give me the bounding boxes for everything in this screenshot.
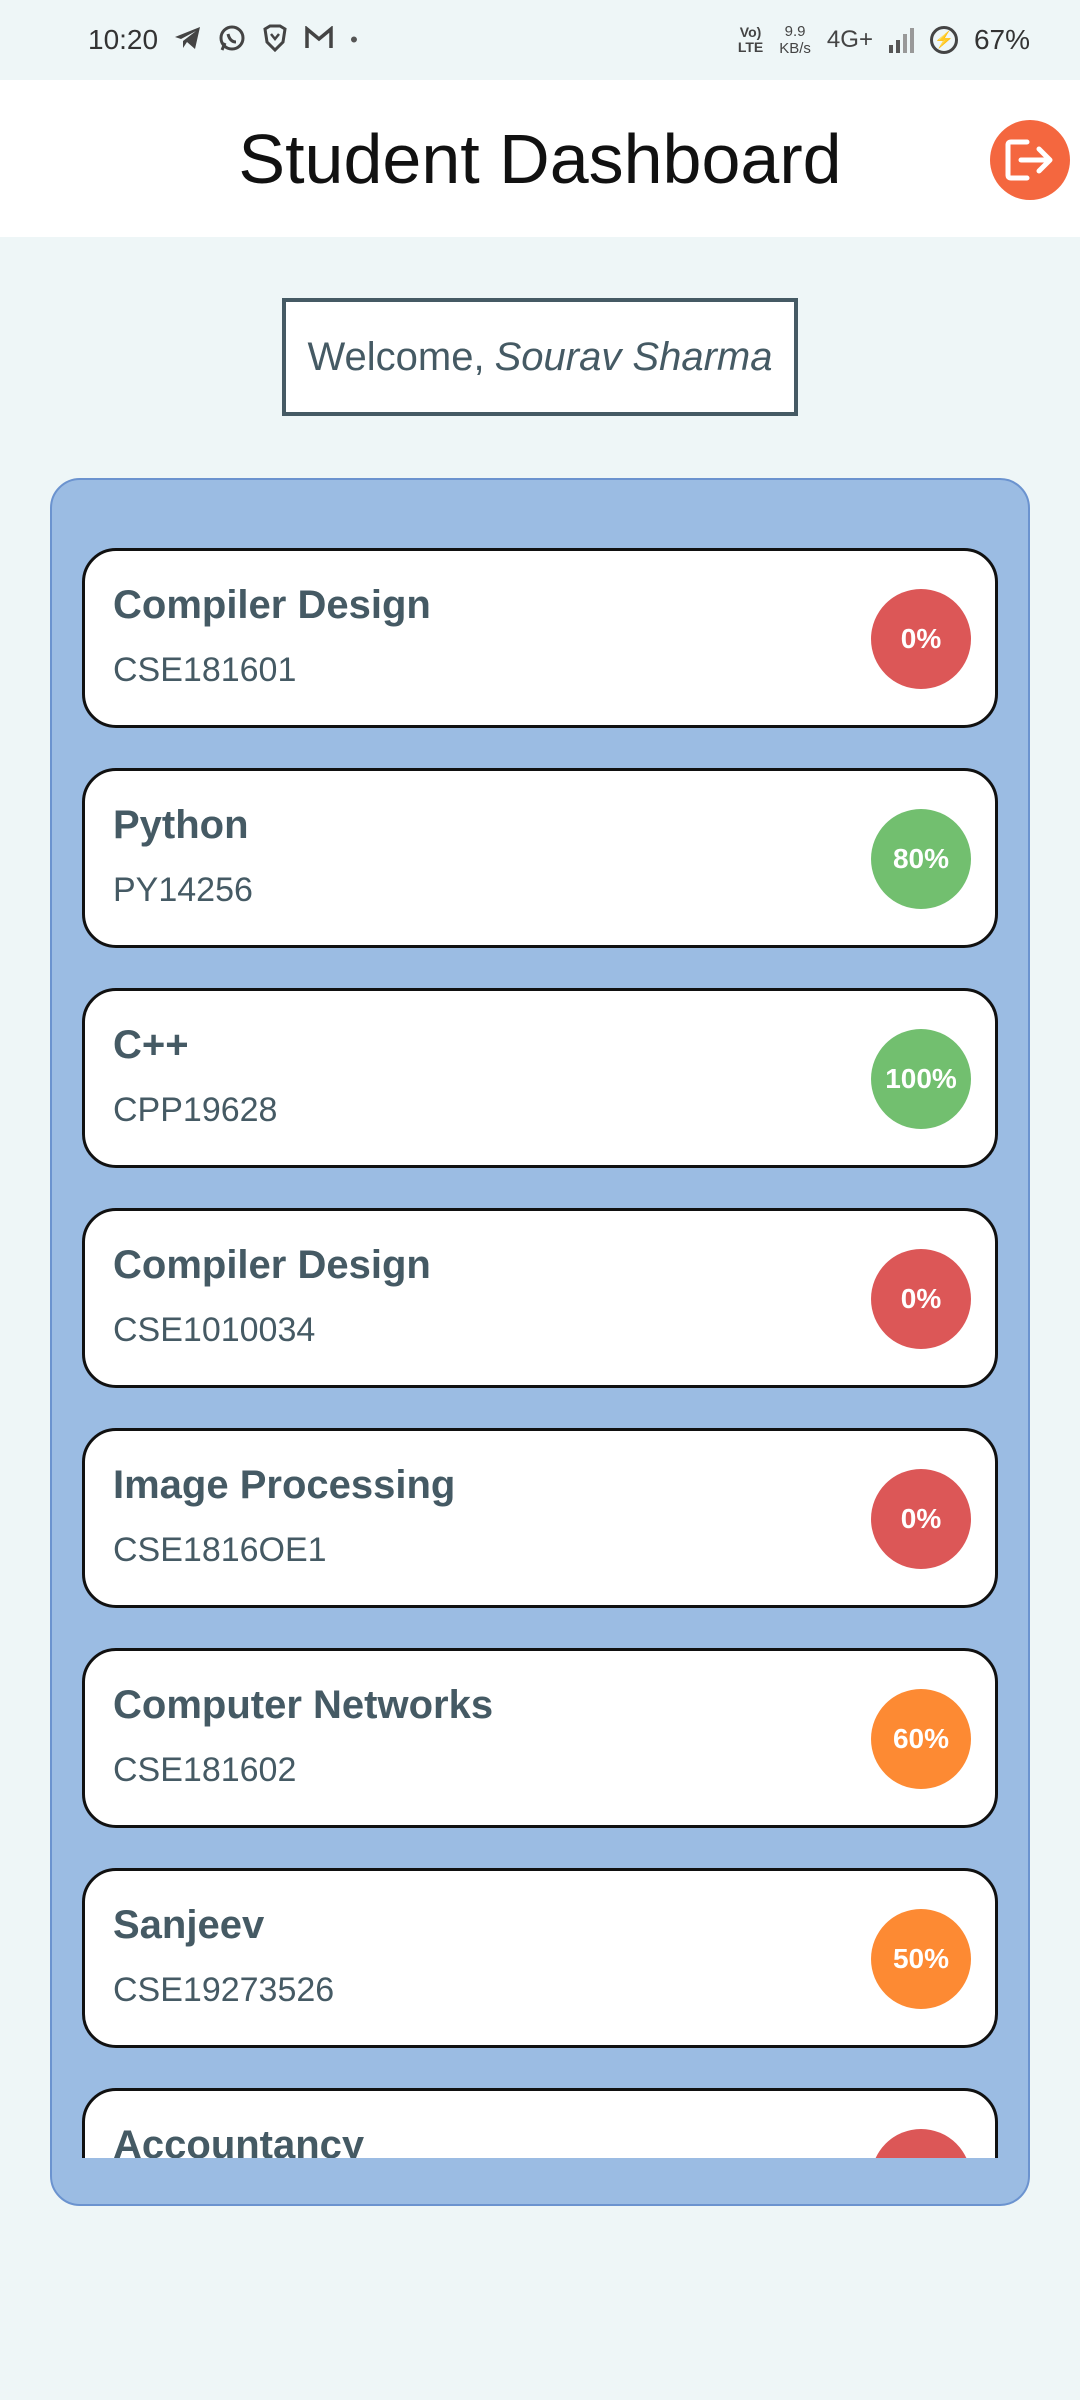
battery-charging-icon: ⚡	[929, 26, 958, 54]
progress-badge: 100%	[871, 1029, 971, 1129]
progress-badge: 0%	[871, 1249, 971, 1349]
network-speed-value: 9.9	[784, 23, 806, 40]
course-name: Image Processing	[113, 1463, 456, 1507]
status-right: Vo) LTE 9.9 KB/s 4G+ ⚡ 67%	[738, 23, 1030, 57]
status-bar: 10:20 • Vo) LTE 9.9 KB/s 4G+ ⚡ 67%	[0, 0, 1080, 80]
page-title: Student Dashboard	[238, 119, 842, 198]
logout-button[interactable]	[990, 120, 1070, 200]
course-name: C++	[113, 1023, 189, 1067]
course-card[interactable]: Python PY14256 80%	[82, 768, 998, 948]
welcome-user-name: Sourav Sharma	[494, 334, 773, 379]
progress-badge: 50%	[871, 1909, 971, 2009]
progress-badge	[871, 2129, 971, 2158]
course-code: CSE19273526	[113, 1971, 335, 2009]
app-header: Student Dashboard	[0, 80, 1080, 237]
volte-bottom: LTE	[737, 39, 764, 55]
course-card[interactable]: C++ CPP19628 100%	[82, 988, 998, 1168]
progress-badge: 0%	[871, 589, 971, 689]
network-speed-unit: KB/s	[779, 40, 811, 57]
course-code: CSE1816OE1	[113, 1531, 327, 1569]
gmail-icon	[304, 25, 334, 54]
course-list[interactable]: Compiler Design CSE181601 0% Python PY14…	[82, 548, 998, 2158]
battery-percent: 67%	[973, 24, 1030, 55]
course-code: CSE1010034	[113, 1311, 316, 1349]
course-card[interactable]: Accountancy	[82, 2088, 998, 2158]
course-card[interactable]: Computer Networks CSE181602 60%	[82, 1648, 998, 1828]
brave-icon	[262, 24, 288, 56]
network-type: 4G+	[826, 26, 873, 53]
whatsapp-icon	[218, 24, 246, 56]
volte-indicator: Vo) LTE	[738, 25, 763, 55]
welcome-box: Welcome, Sourav Sharma	[282, 298, 798, 416]
course-name: Sanjeev	[113, 1903, 265, 1947]
course-card[interactable]: Image Processing CSE1816OE1 0%	[82, 1428, 998, 1608]
telegram-icon	[174, 25, 202, 55]
course-code: CSE181601	[113, 651, 297, 689]
progress-badge: 0%	[871, 1469, 971, 1569]
logout-icon	[1005, 139, 1053, 181]
course-code: CPP19628	[113, 1091, 278, 1129]
progress-badge: 80%	[871, 809, 971, 909]
course-card[interactable]: Compiler Design CSE1010034 0%	[82, 1208, 998, 1388]
welcome-prefix: Welcome,	[307, 334, 485, 379]
course-card[interactable]: Sanjeev CSE19273526 50%	[82, 1868, 998, 2048]
course-name: Computer Networks	[113, 1683, 494, 1727]
course-name: Python	[113, 803, 249, 847]
progress-badge: 60%	[871, 1689, 971, 1789]
course-name: Accountancy	[113, 2123, 365, 2158]
course-code: CSE181602	[113, 1751, 297, 1789]
notification-dot: •	[350, 27, 358, 52]
status-left: 10:20 •	[88, 24, 358, 56]
status-time: 10:20	[88, 24, 159, 55]
course-name: Compiler Design	[113, 583, 431, 627]
network-speed: 9.9 KB/s	[779, 23, 811, 57]
course-code: PY14256	[113, 871, 253, 909]
volte-top: Vo)	[739, 24, 762, 40]
signal-icon	[888, 27, 914, 53]
course-panel: Compiler Design CSE181601 0% Python PY14…	[50, 478, 1030, 2206]
course-card[interactable]: Compiler Design CSE181601 0%	[82, 548, 998, 728]
course-name: Compiler Design	[113, 1243, 431, 1287]
